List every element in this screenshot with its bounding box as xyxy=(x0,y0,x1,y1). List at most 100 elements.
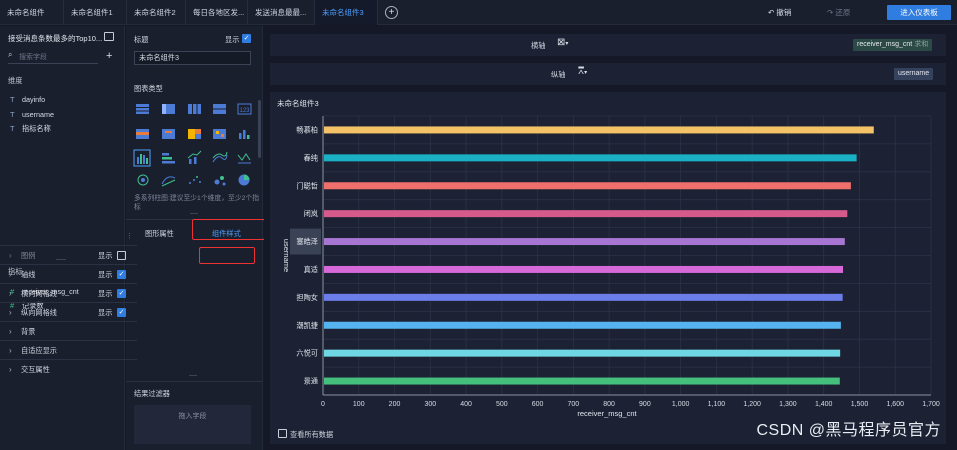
h-grid-show-checkbox[interactable]: ✓ xyxy=(117,289,126,298)
drag-handle-icon[interactable]: ⋮ xyxy=(126,232,133,240)
chart-type-grid: 123 xyxy=(133,103,252,187)
area-chart-icon[interactable] xyxy=(212,151,228,163)
title-input[interactable]: 未命名组件3 xyxy=(134,51,251,65)
chart-type-label: 图表类型 xyxy=(134,84,163,93)
undo-button[interactable]: ↶ 撤销 xyxy=(768,0,791,25)
property-show-label: 显示 xyxy=(98,289,113,298)
scatter-icon[interactable] xyxy=(189,176,201,184)
panel-resize-handle[interactable] xyxy=(189,375,197,376)
detail-table-icon[interactable] xyxy=(188,104,201,114)
title-show-checkbox[interactable]: ✓ xyxy=(242,34,251,43)
pill-field-name: receiver_msg_cnt xyxy=(857,41,913,48)
y-tick-label: 畅慕柏 xyxy=(296,125,318,134)
title-show-label: 显示 xyxy=(225,35,240,44)
search-field[interactable]: ⌕ 搜索字段 xyxy=(8,50,98,64)
grid-bar-icon[interactable] xyxy=(213,129,226,139)
axis-chart-type-icon[interactable]: ⩞▾ xyxy=(578,66,598,80)
property-label: 轴线 xyxy=(21,270,36,279)
bar xyxy=(324,182,851,190)
chevron-right-icon: › xyxy=(9,346,12,355)
dimension-item[interactable]: Tdayinfo xyxy=(10,95,45,104)
property-row-background[interactable]: › 背景 xyxy=(0,321,137,340)
x-tick-label: 1,500 xyxy=(851,401,869,408)
drop-hint: 拖入字段 xyxy=(178,413,207,420)
horizontal-axis-pill[interactable]: receiver_msg_cnt 求和 xyxy=(853,39,933,51)
horizontal-axis-shelf[interactable] xyxy=(270,34,946,56)
highlight-box xyxy=(199,247,255,264)
x-tick-label: 700 xyxy=(568,401,580,408)
x-tick-label: 500 xyxy=(496,401,508,408)
switch-dataset-icon[interactable] xyxy=(104,32,114,41)
bar xyxy=(324,126,874,134)
search-placeholder: 搜索字段 xyxy=(19,54,47,61)
multi-series-bar-icon[interactable] xyxy=(133,149,151,167)
tab-daily-region[interactable]: 每日各地区发... xyxy=(186,0,248,25)
enter-dashboard-button[interactable]: 进入仪表板 xyxy=(887,5,951,20)
property-row-h-grid[interactable]: › 横向网格线 显示 ✓ xyxy=(0,283,137,302)
tab-component[interactable]: 未命名组件 xyxy=(0,0,64,25)
grouped-table-icon[interactable] xyxy=(213,104,226,114)
vertical-axis-shelf[interactable] xyxy=(270,63,946,85)
add-field-icon[interactable]: + xyxy=(106,50,112,62)
pill-field-name: username xyxy=(898,70,930,77)
x-tick-label: 900 xyxy=(639,401,651,408)
vertical-axis-pill[interactable]: username xyxy=(894,68,934,80)
y-tick-label: 真适 xyxy=(304,265,318,274)
legend-show-checkbox[interactable] xyxy=(117,251,126,260)
line-chart-icon[interactable] xyxy=(237,153,251,164)
y-tick-label: 塞皓泽 xyxy=(296,237,318,246)
property-row-v-grid[interactable]: › 纵向网格线 显示 ✓ xyxy=(0,302,137,321)
y-tick-label: 春纯 xyxy=(304,153,318,162)
dimension-item[interactable]: Tusername xyxy=(10,110,54,119)
chart-type-scrollbar[interactable] xyxy=(258,100,261,158)
show-all-data-checkbox[interactable] xyxy=(278,429,287,438)
property-row-adaptive[interactable]: › 自适应显示 xyxy=(0,340,137,359)
y-tick-label: 景通 xyxy=(304,377,318,386)
axis-chart-type-icon[interactable]: ⊠▾ xyxy=(557,37,577,51)
property-label: 背景 xyxy=(21,327,36,336)
property-row-legend[interactable]: › 图例 显示 xyxy=(0,245,137,264)
add-tab-icon[interactable]: + xyxy=(385,6,398,19)
redo-button[interactable]: ↷ 还原 xyxy=(827,0,850,25)
funnel-icon[interactable] xyxy=(137,174,149,186)
axis-show-checkbox[interactable]: ✓ xyxy=(117,270,126,279)
tab-graph-properties[interactable]: 图形属性 xyxy=(145,229,174,239)
pie-chart-icon[interactable] xyxy=(238,174,250,186)
tab-top-messages[interactable]: 发送消息最最... xyxy=(248,0,315,25)
x-tick-label: 800 xyxy=(603,401,615,408)
bubble-icon[interactable] xyxy=(214,176,226,186)
tab-component-3[interactable]: 未命名组件3 xyxy=(315,0,378,25)
x-tick-label: 1,100 xyxy=(708,401,726,408)
tab-component-2[interactable]: 未命名组件2 xyxy=(127,0,186,25)
result-filter-label: 结果过滤器 xyxy=(134,389,170,398)
kpi-number-icon[interactable]: 123 xyxy=(237,103,252,115)
y-tick-label: 门聪哲 xyxy=(296,181,318,190)
table-chart-icon[interactable] xyxy=(136,104,149,114)
stacked-bar-icon[interactable] xyxy=(162,153,175,164)
text-type-icon: T xyxy=(10,95,15,104)
x-tick-label: 1,000 xyxy=(672,401,690,408)
heat-table-icon[interactable] xyxy=(136,129,149,139)
property-row-interaction[interactable]: › 交互属性 xyxy=(0,359,137,378)
trend-line-icon[interactable] xyxy=(161,176,176,187)
y-axis-title: username xyxy=(282,239,291,272)
treemap-icon[interactable] xyxy=(188,129,201,139)
show-all-data-label: 查看所有数据 xyxy=(290,430,334,439)
v-grid-show-checkbox[interactable]: ✓ xyxy=(117,308,126,317)
filter-drop-zone[interactable]: 拖入字段 xyxy=(134,405,251,444)
property-label: 横向网格线 xyxy=(21,289,57,298)
divider xyxy=(126,381,263,382)
line-bar-icon[interactable] xyxy=(187,150,202,164)
multi-table-icon[interactable] xyxy=(162,129,175,139)
dimension-item[interactable]: T 指标名称 xyxy=(10,124,51,134)
panel-resize-handle[interactable] xyxy=(190,213,198,214)
property-label: 自适应显示 xyxy=(21,346,57,355)
y-tick-label: 担陶女 xyxy=(296,293,318,302)
tab-component-1[interactable]: 未命名组件1 xyxy=(64,0,127,25)
svg-text:123: 123 xyxy=(240,108,251,114)
property-row-axis[interactable]: › 轴线 显示 ✓ xyxy=(0,264,137,283)
cross-table-icon[interactable] xyxy=(162,104,175,114)
column-chart-icon[interactable] xyxy=(239,130,250,139)
chevron-right-icon: › xyxy=(9,289,12,298)
y-tick-label: 闭岚 xyxy=(304,209,318,218)
